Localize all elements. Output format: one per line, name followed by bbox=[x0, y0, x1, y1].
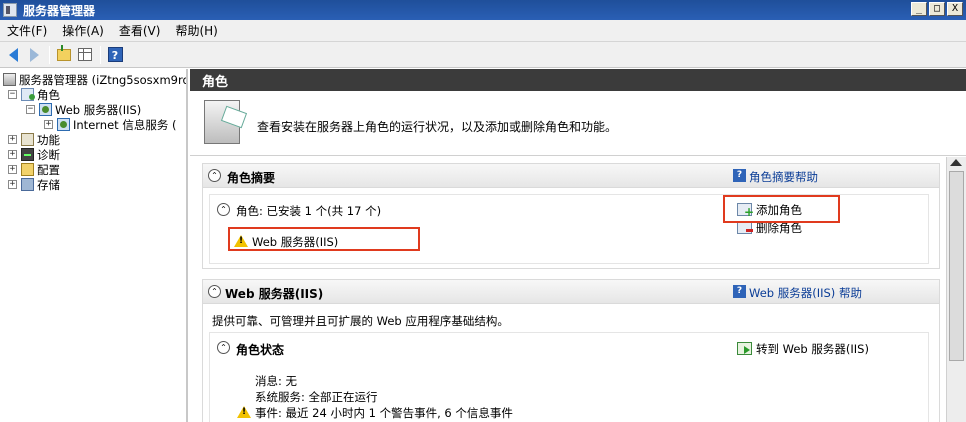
toolbar-separator bbox=[100, 45, 101, 64]
configuration-icon bbox=[21, 163, 34, 176]
tree-item-iis-manager[interactable]: + Internet 信息服务 ( bbox=[44, 117, 176, 132]
back-button[interactable] bbox=[3, 45, 23, 65]
expand-toggle[interactable]: + bbox=[44, 120, 53, 129]
role-status-title: 角色状态 bbox=[236, 343, 285, 357]
restore-button[interactable]: □ bbox=[929, 2, 945, 16]
collapse-roles-button[interactable]: ⌃ bbox=[217, 203, 230, 216]
highlight-installed-role bbox=[228, 227, 420, 251]
tree-item-label: 功能 bbox=[37, 132, 60, 147]
forward-button[interactable] bbox=[24, 45, 44, 65]
close-button[interactable]: X bbox=[947, 2, 963, 16]
tree-item-storage[interactable]: + 存储 bbox=[8, 177, 60, 192]
highlight-add-roles bbox=[723, 195, 840, 223]
minimize-button[interactable]: _ bbox=[911, 2, 927, 16]
goto-web-server-link[interactable]: 转到 Web 服务器(IIS) bbox=[756, 341, 869, 357]
diagnostics-icon bbox=[21, 148, 34, 161]
tree-item-diagnostics[interactable]: + 诊断 bbox=[8, 147, 60, 162]
tree-item-label: 角色 bbox=[37, 87, 60, 102]
help-icon: ? bbox=[107, 47, 123, 62]
status-events: 事件: 最近 24 小时内 1 个警告事件, 6 个信息事件 bbox=[255, 406, 513, 420]
vertical-scrollbar[interactable] bbox=[946, 157, 966, 422]
tree-item-configuration[interactable]: + 配置 bbox=[8, 162, 60, 177]
web-server-description: 提供可靠、可管理并且可扩展的 Web 应用程序基础结构。 bbox=[212, 314, 509, 328]
tree-item-features[interactable]: + 功能 bbox=[8, 132, 60, 147]
tree-item-web-server[interactable]: − Web 服务器(IIS) bbox=[26, 102, 141, 117]
section-title: Web 服务器(IIS) bbox=[225, 287, 324, 301]
up-folder-icon bbox=[57, 44, 71, 61]
tree-item-label: 服务器管理器 (iZtng5sosxm9rd bbox=[19, 72, 188, 87]
server-manager-icon bbox=[3, 3, 17, 17]
window-title: 服务器管理器 bbox=[23, 3, 96, 18]
back-arrow-icon bbox=[8, 47, 18, 62]
toolbar: ? bbox=[0, 42, 966, 68]
show-hide-tree-button[interactable] bbox=[75, 45, 95, 65]
page-title: 角色 bbox=[202, 74, 229, 90]
goto-icon bbox=[737, 342, 752, 355]
tree-item-label: 存储 bbox=[37, 177, 60, 192]
window-controls: _ □ X bbox=[911, 2, 963, 16]
roles-box: ⌃ 角色: 已安装 1 个(共 17 个) Web 服务器(IIS) 添加角色 … bbox=[209, 194, 929, 264]
tree-item-server-manager[interactable]: 服务器管理器 (iZtng5sosxm9rd bbox=[3, 72, 188, 87]
collapse-section-button[interactable]: ⌃ bbox=[208, 285, 221, 298]
role-status-box: ⌃ 角色状态 转到 Web 服务器(IIS) 消息: 无 系统服务: 全部正在运… bbox=[209, 332, 929, 422]
collapse-toggle[interactable]: − bbox=[26, 105, 35, 114]
help-icon: ? bbox=[733, 169, 746, 182]
status-system-services: 系统服务: 全部正在运行 bbox=[255, 390, 378, 404]
menu-help[interactable]: 帮助(H) bbox=[168, 22, 225, 39]
intro-text: 查看安装在服务器上角色的运行状况，以及添加或删除角色和功能。 bbox=[257, 120, 618, 134]
iis-manager-icon bbox=[57, 118, 70, 131]
server-manager-icon bbox=[3, 73, 16, 86]
status-messages: 消息: 无 bbox=[255, 374, 298, 388]
warning-icon bbox=[237, 406, 251, 418]
title-bar: 服务器管理器 _ □ X bbox=[0, 0, 966, 20]
tree-item-roles[interactable]: − 角色 bbox=[8, 87, 60, 102]
up-one-level-button[interactable] bbox=[54, 44, 74, 65]
tree-item-label: Internet 信息服务 ( bbox=[73, 117, 177, 132]
forward-arrow-icon bbox=[29, 47, 39, 62]
web-server-help-link[interactable]: Web 服务器(IIS) 帮助 bbox=[749, 285, 862, 301]
page-title-bar: 角色 bbox=[190, 69, 966, 91]
show-hide-tree-icon bbox=[78, 48, 92, 61]
collapse-role-status-button[interactable]: ⌃ bbox=[217, 341, 230, 354]
expand-toggle[interactable]: + bbox=[8, 150, 17, 159]
roles-icon bbox=[21, 88, 35, 101]
expand-toggle[interactable]: + bbox=[8, 135, 17, 144]
storage-icon bbox=[21, 178, 34, 191]
collapse-toggle[interactable]: − bbox=[8, 90, 17, 99]
tree-item-label: Web 服务器(IIS) bbox=[55, 102, 142, 117]
expand-toggle[interactable]: + bbox=[8, 165, 17, 174]
tree-item-label: 诊断 bbox=[37, 147, 60, 162]
scrollbar-thumb[interactable] bbox=[949, 171, 964, 361]
intro-panel: 查看安装在服务器上角色的运行状况，以及添加或删除角色和功能。 bbox=[190, 91, 966, 156]
section-header: ⌃ Web 服务器(IIS) ? Web 服务器(IIS) 帮助 bbox=[203, 280, 939, 304]
toolbar-separator bbox=[49, 45, 50, 64]
collapse-section-button[interactable]: ⌃ bbox=[208, 169, 221, 182]
tree-item-label: 配置 bbox=[37, 162, 60, 177]
menu-view[interactable]: 查看(V) bbox=[112, 22, 169, 39]
help-icon: ? bbox=[733, 285, 746, 298]
roles-summary-section: ⌃ 角色摘要 ? 角色摘要帮助 ⌃ 角色: 已安装 1 个(共 17 个) We… bbox=[202, 163, 940, 269]
web-server-section: ⌃ Web 服务器(IIS) ? Web 服务器(IIS) 帮助 提供可靠、可管… bbox=[202, 279, 940, 422]
menu-file[interactable]: 文件(F) bbox=[0, 22, 55, 39]
roles-summary-help-link[interactable]: 角色摘要帮助 bbox=[749, 169, 818, 185]
expand-toggle[interactable]: + bbox=[8, 180, 17, 189]
navigation-tree: 服务器管理器 (iZtng5sosxm9rd − 角色 − Web 服务器(II… bbox=[0, 69, 188, 422]
features-icon bbox=[21, 133, 34, 146]
roles-installed-count: 角色: 已安装 1 个(共 17 个) bbox=[236, 204, 382, 218]
content-area: ⌃ 角色摘要 ? 角色摘要帮助 ⌃ 角色: 已安装 1 个(共 17 个) We… bbox=[190, 157, 950, 422]
web-server-icon bbox=[39, 103, 52, 116]
server-roles-icon bbox=[204, 100, 240, 144]
help-button[interactable]: ? bbox=[105, 45, 125, 65]
menu-action[interactable]: 操作(A) bbox=[55, 22, 112, 39]
scroll-up-arrow-icon[interactable] bbox=[950, 159, 962, 166]
section-title: 角色摘要 bbox=[227, 171, 276, 185]
section-header: ⌃ 角色摘要 ? 角色摘要帮助 bbox=[203, 164, 939, 188]
menu-bar: 文件(F) 操作(A) 查看(V) 帮助(H) bbox=[0, 20, 966, 42]
